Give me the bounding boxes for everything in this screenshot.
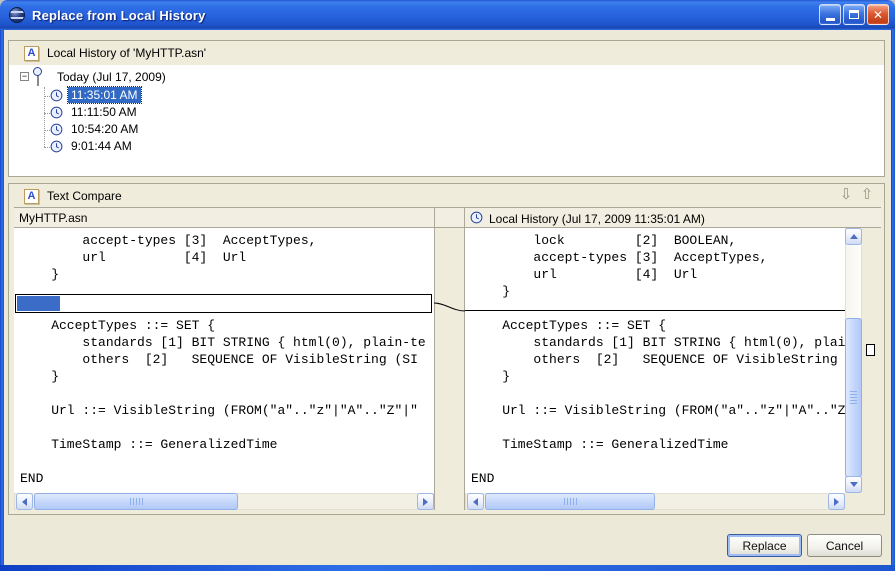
thumb-grip bbox=[564, 498, 577, 505]
clock-icon bbox=[470, 211, 483, 224]
thumb-grip bbox=[850, 391, 857, 404]
scroll-up-button[interactable] bbox=[845, 228, 862, 245]
clock-icon bbox=[50, 140, 63, 153]
up-arrow-icon bbox=[850, 234, 858, 239]
left-arrow-icon bbox=[22, 498, 27, 506]
asn-file-icon: A bbox=[24, 46, 39, 61]
local-history-header-label: Local History of 'MyHTTP.asn' bbox=[47, 46, 206, 60]
right-editor-text[interactable]: lock [2] BOOLEAN, accept-types [3] Accep… bbox=[465, 228, 845, 493]
clock-icon bbox=[50, 106, 63, 119]
left-horizontal-thumb[interactable] bbox=[34, 493, 238, 510]
diff-empty-range-marker bbox=[15, 294, 432, 313]
replace-from-local-history-dialog: Replace from Local History ✕ A Local His… bbox=[0, 0, 895, 571]
right-arrow-icon bbox=[834, 498, 839, 506]
right-compare-editor[interactable]: lock [2] BOOLEAN, accept-types [3] Accep… bbox=[465, 228, 845, 493]
right-scroll-left-button[interactable] bbox=[467, 493, 484, 510]
clock-overlay-icon bbox=[33, 67, 42, 76]
diff-overview-marker[interactable] bbox=[866, 344, 875, 356]
window-border-left bbox=[0, 25, 4, 571]
diff-connector-line bbox=[434, 298, 465, 314]
maximize-button[interactable] bbox=[843, 4, 865, 25]
tree-node-today[interactable]: Today (Jul 17, 2009) bbox=[57, 70, 166, 84]
left-pane-title: MyHTTP.asn bbox=[19, 211, 87, 225]
left-editor-text[interactable]: accept-types [3] AcceptTypes, url [4] Ur… bbox=[14, 228, 434, 493]
previous-difference-button[interactable]: ⇧ bbox=[857, 187, 877, 204]
right-arrow-icon bbox=[423, 498, 428, 506]
right-pane-title: Local History (Jul 17, 2009 11:35:01 AM) bbox=[489, 212, 705, 226]
next-difference-button[interactable]: ⇩ bbox=[836, 187, 856, 204]
clock-icon bbox=[50, 89, 63, 102]
right-horizontal-thumb[interactable] bbox=[485, 493, 655, 510]
diff-selected-chunk bbox=[17, 296, 60, 311]
replace-button[interactable]: Replace bbox=[727, 534, 802, 557]
maximize-icon bbox=[849, 10, 859, 19]
scroll-down-button[interactable] bbox=[845, 476, 862, 493]
left-compare-editor[interactable]: accept-types [3] AcceptTypes, url [4] Ur… bbox=[14, 228, 434, 493]
thumb-grip bbox=[130, 498, 143, 505]
clock-icon bbox=[50, 123, 63, 136]
close-icon: ✕ bbox=[873, 9, 883, 21]
close-button[interactable]: ✕ bbox=[867, 4, 889, 25]
diff-boundary-line bbox=[465, 310, 845, 311]
history-revision-item[interactable]: 11:35:01 AM bbox=[68, 87, 141, 103]
vertical-scrollbar-thumb[interactable] bbox=[845, 318, 862, 477]
text-compare-header-band: A Text Compare bbox=[9, 184, 884, 208]
left-scroll-left-button[interactable] bbox=[16, 493, 33, 510]
compare-column-headers: MyHTTP.asn bbox=[14, 207, 881, 228]
history-revision-item[interactable]: 11:11:50 AM bbox=[68, 104, 140, 120]
history-revision-item[interactable]: 9:01:44 AM bbox=[68, 138, 135, 154]
local-history-header-band: A Local History of 'MyHTTP.asn' bbox=[9, 41, 884, 65]
cancel-button[interactable]: Cancel bbox=[807, 534, 882, 557]
pane-divider-left bbox=[434, 207, 435, 510]
text-compare-header-label: Text Compare bbox=[47, 189, 122, 203]
left-arrow-icon bbox=[473, 498, 478, 506]
titlebar[interactable]: Replace from Local History bbox=[0, 0, 895, 30]
minimize-button[interactable] bbox=[819, 4, 841, 25]
window-border-right bbox=[891, 25, 895, 571]
left-scroll-right-button[interactable] bbox=[417, 493, 434, 510]
minimize-icon bbox=[826, 18, 835, 21]
window-title: Replace from Local History bbox=[32, 8, 206, 23]
right-scroll-right-button[interactable] bbox=[828, 493, 845, 510]
eclipse-app-icon bbox=[9, 7, 25, 23]
tree-expander-today[interactable]: − bbox=[20, 72, 29, 81]
down-arrow-icon bbox=[850, 482, 858, 487]
window-border-bottom bbox=[0, 565, 895, 571]
compare-file-icon: A bbox=[24, 189, 39, 204]
calendar-day-icon bbox=[37, 70, 39, 86]
history-revision-item[interactable]: 10:54:20 AM bbox=[68, 121, 141, 137]
